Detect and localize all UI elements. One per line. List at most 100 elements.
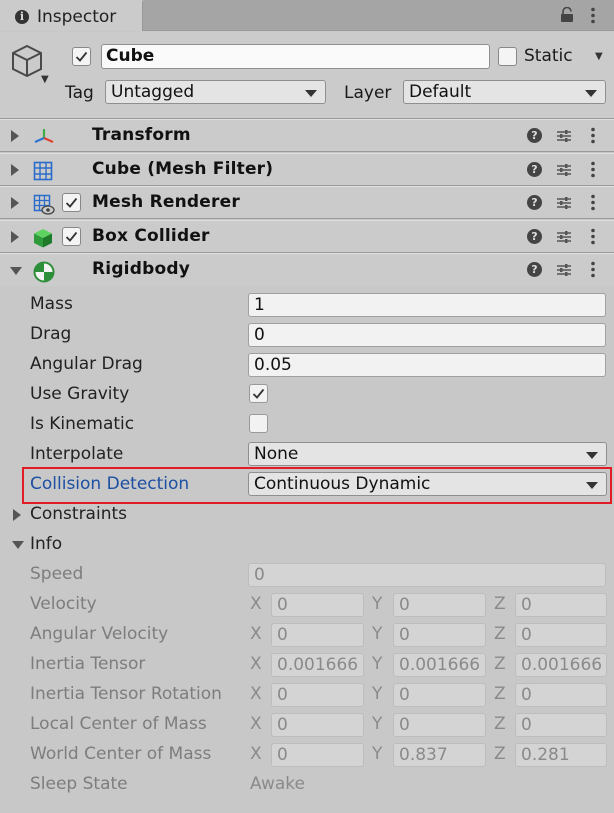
inertia-tensor-rotation-x-field: 0 xyxy=(271,683,364,707)
mesh-filter-icon xyxy=(33,161,53,181)
velocity-label: Velocity xyxy=(30,594,97,614)
box-collider-enabled-toggle[interactable] xyxy=(62,227,81,246)
x-axis-label: X xyxy=(250,624,262,644)
info-label: Info xyxy=(30,534,63,554)
foldout-arrow-icon[interactable] xyxy=(13,509,21,521)
help-icon[interactable]: ? xyxy=(527,229,542,244)
static-dropdown-arrow[interactable]: ▼ xyxy=(595,51,603,62)
z-axis-label: Z xyxy=(494,594,506,614)
component-mesh-filter[interactable]: Cube (Mesh Filter) ? xyxy=(0,153,614,186)
layer-dropdown[interactable]: Default xyxy=(403,80,606,104)
chevron-down-icon xyxy=(586,452,598,459)
checkmark-icon xyxy=(65,197,78,208)
component-transform[interactable]: Transform ? xyxy=(0,119,614,152)
velocity-y-field: 0 xyxy=(393,593,486,617)
y-axis-label: Y xyxy=(372,624,383,644)
drag-row: Drag 0 xyxy=(0,320,614,350)
rigidbody-icon xyxy=(33,261,55,283)
active-toggle[interactable] xyxy=(72,47,91,66)
preset-sliders-icon[interactable] xyxy=(556,262,572,278)
z-axis-label: Z xyxy=(494,684,506,704)
x-axis-label: X xyxy=(250,594,262,614)
mesh-renderer-enabled-toggle[interactable] xyxy=(62,193,81,212)
constraints-foldout[interactable]: Constraints xyxy=(0,500,614,530)
component-rigidbody[interactable]: Rigidbody ? xyxy=(0,253,614,286)
z-axis-label: Z xyxy=(494,654,506,674)
speed-field: 0 xyxy=(248,563,606,587)
drag-input[interactable]: 0 xyxy=(248,323,606,347)
component-title: Transform xyxy=(92,125,191,145)
icon-dropdown-arrow[interactable]: ▼ xyxy=(41,74,49,85)
kebab-menu-icon[interactable] xyxy=(589,228,597,245)
checkmark-icon xyxy=(252,388,265,399)
tab-bar: i Inspector xyxy=(0,0,614,31)
component-box-collider[interactable]: Box Collider ? xyxy=(0,220,614,253)
angular-velocity-label: Angular Velocity xyxy=(30,624,169,644)
mass-row: Mass 1 xyxy=(0,290,614,320)
help-icon[interactable]: ? xyxy=(527,262,542,277)
foldout-arrow-icon[interactable] xyxy=(11,164,19,176)
interpolate-dropdown[interactable]: None xyxy=(248,442,607,466)
layer-label: Layer xyxy=(344,83,392,103)
kebab-menu-icon[interactable] xyxy=(589,261,597,278)
foldout-arrow-icon[interactable] xyxy=(11,197,19,209)
foldout-arrow-icon[interactable] xyxy=(12,541,24,549)
tab-inspector[interactable]: i Inspector xyxy=(0,0,143,31)
foldout-arrow-icon[interactable] xyxy=(11,130,19,142)
interpolate-label: Interpolate xyxy=(30,444,124,464)
y-axis-label: Y xyxy=(372,684,383,704)
info-foldout[interactable]: Info xyxy=(0,530,614,560)
component-mesh-renderer[interactable]: Mesh Renderer ? xyxy=(0,186,614,219)
local-center-of-mass-label: Local Center of Mass xyxy=(30,714,207,734)
tag-dropdown[interactable]: Untagged xyxy=(105,80,326,104)
help-icon[interactable]: ? xyxy=(527,195,542,210)
checkmark-icon xyxy=(65,231,78,242)
is-kinematic-checkbox[interactable] xyxy=(249,414,268,433)
x-axis-label: X xyxy=(250,744,262,764)
sleep-state-row: Sleep State Awake xyxy=(0,770,614,800)
angular-drag-label: Angular Drag xyxy=(30,354,143,374)
component-title: Rigidbody xyxy=(92,259,190,279)
y-axis-label: Y xyxy=(372,714,383,734)
x-axis-label: X xyxy=(250,684,262,704)
x-axis-label: X xyxy=(250,714,262,734)
foldout-arrow-icon[interactable] xyxy=(10,267,22,275)
inertia-tensor-rotation-z-field: 0 xyxy=(515,683,607,707)
preset-sliders-icon[interactable] xyxy=(556,128,572,144)
world-center-of-mass-x-field: 0 xyxy=(271,743,364,767)
velocity-z-field: 0 xyxy=(515,593,607,617)
lock-icon[interactable] xyxy=(560,7,574,23)
help-icon[interactable]: ? xyxy=(527,128,542,143)
static-toggle[interactable] xyxy=(498,47,517,66)
preset-sliders-icon[interactable] xyxy=(556,229,572,245)
preset-sliders-icon[interactable] xyxy=(556,162,572,178)
box-collider-icon xyxy=(34,229,52,248)
interpolate-value: None xyxy=(254,444,299,464)
mass-label: Mass xyxy=(30,294,73,314)
world-center-of-mass-label: World Center of Mass xyxy=(30,744,212,764)
highlight-box xyxy=(22,467,612,504)
angular-drag-input[interactable]: 0.05 xyxy=(248,353,606,377)
gameobject-cube-icon[interactable] xyxy=(11,44,43,78)
local-center-of-mass-row: Local Center of Mass X 0 Y 0 Z 0 xyxy=(0,710,614,740)
kebab-menu-icon[interactable] xyxy=(589,161,597,178)
local-center-of-mass-z-field: 0 xyxy=(515,713,607,737)
constraints-label: Constraints xyxy=(30,504,127,524)
sleep-state-label: Sleep State xyxy=(30,774,128,794)
z-axis-label: Z xyxy=(494,744,506,764)
help-icon[interactable]: ? xyxy=(527,162,542,177)
use-gravity-checkbox[interactable] xyxy=(249,384,268,403)
y-axis-label: Y xyxy=(372,744,383,764)
speed-row: Speed 0 xyxy=(0,560,614,590)
mass-input[interactable]: 1 xyxy=(248,293,606,317)
z-axis-label: Z xyxy=(494,714,506,734)
angular-velocity-y-field: 0 xyxy=(393,623,486,647)
angular-drag-row: Angular Drag 0.05 xyxy=(0,350,614,380)
foldout-arrow-icon[interactable] xyxy=(11,231,19,243)
object-name-input[interactable]: Cube xyxy=(101,44,490,69)
kebab-menu-icon[interactable] xyxy=(589,7,597,24)
kebab-menu-icon[interactable] xyxy=(589,127,597,144)
preset-sliders-icon[interactable] xyxy=(556,195,572,211)
kebab-menu-icon[interactable] xyxy=(589,194,597,211)
chevron-down-icon xyxy=(305,90,317,97)
